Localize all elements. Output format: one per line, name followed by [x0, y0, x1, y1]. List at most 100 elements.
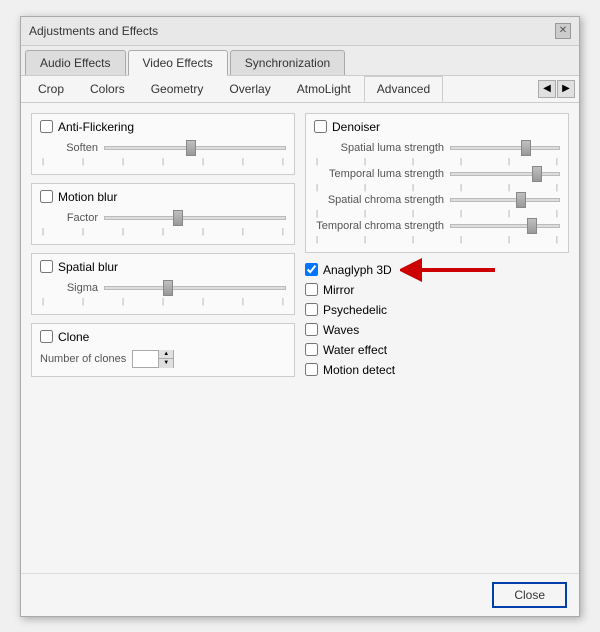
spatial-chroma-thumb[interactable] — [516, 192, 526, 208]
spatial-luma-track[interactable] — [450, 146, 560, 150]
close-icon[interactable]: ✕ — [555, 23, 571, 39]
factor-slider-thumb[interactable] — [173, 210, 183, 226]
spatial-chroma-row: Spatial chroma strength — [314, 192, 560, 208]
adjustments-dialog: Adjustments and Effects ✕ Audio Effects … — [20, 16, 580, 617]
denoiser-section: Denoiser Spatial luma strength |||||| Te… — [305, 113, 569, 253]
temporal-luma-row: Temporal luma strength — [314, 166, 560, 182]
clone-title: Clone — [40, 330, 286, 344]
waves-label: Waves — [323, 323, 359, 337]
temporal-luma-thumb[interactable] — [532, 166, 542, 182]
num-clones-spinbox[interactable]: 2 ▲ ▼ — [132, 350, 174, 368]
subtab-nav: ◀ ▶ — [538, 80, 575, 98]
spatial-blur-label: Spatial blur — [58, 260, 118, 274]
soften-slider-thumb[interactable] — [186, 140, 196, 156]
subtab-overlay[interactable]: Overlay — [216, 76, 283, 102]
motion-detect-checkbox[interactable] — [305, 363, 318, 376]
clone-checkbox[interactable] — [40, 330, 53, 343]
spinbox-down-button[interactable]: ▼ — [159, 359, 173, 368]
water-effect-checkbox-label[interactable]: Water effect — [305, 343, 569, 357]
tab-video-effects[interactable]: Video Effects — [128, 50, 228, 76]
denoiser-label: Denoiser — [332, 120, 380, 134]
denoiser-checkbox[interactable] — [314, 120, 327, 133]
dialog-title: Adjustments and Effects — [29, 24, 158, 38]
spatial-blur-title: Spatial blur — [40, 260, 286, 274]
sub-tabs: Crop Colors Geometry Overlay AtmoLight A… — [21, 76, 579, 103]
anaglyph-row: Anaglyph 3D — [305, 263, 569, 277]
subtab-geometry[interactable]: Geometry — [138, 76, 217, 102]
subtab-colors[interactable]: Colors — [77, 76, 138, 102]
waves-checkbox-label[interactable]: Waves — [305, 323, 569, 337]
factor-slider-track[interactable] — [104, 216, 286, 220]
sigma-ticks: ||||||| — [40, 297, 286, 306]
subtab-advanced[interactable]: Advanced — [364, 76, 443, 102]
nav-prev-button[interactable]: ◀ — [538, 80, 556, 98]
temporal-luma-track[interactable] — [450, 172, 560, 176]
clone-checkbox-label[interactable]: Clone — [40, 330, 89, 344]
psychedelic-checkbox[interactable] — [305, 303, 318, 316]
red-arrow-icon — [400, 255, 500, 285]
motion-blur-title: Motion blur — [40, 190, 286, 204]
right-column: Denoiser Spatial luma strength |||||| Te… — [305, 113, 569, 563]
spatial-luma-label: Spatial luma strength — [314, 142, 444, 154]
effects-list: Anaglyph 3D Mirror — [305, 261, 569, 379]
spatial-chroma-label: Spatial chroma strength — [314, 194, 444, 206]
anti-flickering-checkbox-label[interactable]: Anti-Flickering — [40, 120, 134, 134]
soften-slider-track[interactable] — [104, 146, 286, 150]
waves-checkbox[interactable] — [305, 323, 318, 336]
num-clones-label: Number of clones — [40, 353, 126, 365]
factor-ticks: ||||||| — [40, 227, 286, 236]
mirror-checkbox-label[interactable]: Mirror — [305, 283, 569, 297]
anaglyph-checkbox-label[interactable]: Anaglyph 3D — [305, 263, 392, 277]
factor-label: Factor — [40, 212, 98, 224]
water-effect-checkbox[interactable] — [305, 343, 318, 356]
motion-detect-checkbox-label[interactable]: Motion detect — [305, 363, 569, 377]
motion-detect-label: Motion detect — [323, 363, 395, 377]
mirror-checkbox[interactable] — [305, 283, 318, 296]
spatial-luma-row: Spatial luma strength — [314, 140, 560, 156]
sigma-slider-row: Sigma — [40, 280, 286, 296]
temporal-chroma-thumb[interactable] — [527, 218, 537, 234]
sigma-slider-track[interactable] — [104, 286, 286, 290]
temporal-luma-ticks: |||||| — [314, 183, 560, 192]
soften-ticks: ||||||| — [40, 157, 286, 166]
denoiser-title: Denoiser — [314, 120, 560, 134]
anti-flickering-checkbox[interactable] — [40, 120, 53, 133]
temporal-luma-label: Temporal luma strength — [314, 168, 444, 180]
factor-slider-row: Factor — [40, 210, 286, 226]
spatial-luma-thumb[interactable] — [521, 140, 531, 156]
dialog-footer: Close — [21, 573, 579, 616]
spatial-blur-section: Spatial blur Sigma ||||||| — [31, 253, 295, 315]
temporal-chroma-ticks: |||||| — [314, 235, 560, 244]
close-button[interactable]: Close — [492, 582, 567, 608]
soften-label: Soften — [40, 142, 98, 154]
title-bar: Adjustments and Effects ✕ — [21, 17, 579, 46]
nav-next-button[interactable]: ▶ — [557, 80, 575, 98]
temporal-chroma-track[interactable] — [450, 224, 560, 228]
sigma-label: Sigma — [40, 282, 98, 294]
motion-blur-section: Motion blur Factor ||||||| — [31, 183, 295, 245]
spatial-chroma-track[interactable] — [450, 198, 560, 202]
subtab-atmolight[interactable]: AtmoLight — [284, 76, 364, 102]
spinbox-up-button[interactable]: ▲ — [159, 350, 173, 359]
spatial-blur-checkbox-label[interactable]: Spatial blur — [40, 260, 118, 274]
clone-section: Clone Number of clones 2 ▲ ▼ — [31, 323, 295, 377]
spatial-blur-checkbox[interactable] — [40, 260, 53, 273]
motion-blur-checkbox-label[interactable]: Motion blur — [40, 190, 117, 204]
clone-label: Clone — [58, 330, 89, 344]
sigma-slider-thumb[interactable] — [163, 280, 173, 296]
tab-synchronization[interactable]: Synchronization — [230, 50, 345, 75]
temporal-chroma-label: Temporal chroma strength — [314, 220, 444, 232]
temporal-chroma-row: Temporal chroma strength — [314, 218, 560, 234]
spatial-chroma-ticks: |||||| — [314, 209, 560, 218]
denoiser-checkbox-label[interactable]: Denoiser — [314, 120, 380, 134]
psychedelic-checkbox-label[interactable]: Psychedelic — [305, 303, 569, 317]
tab-audio-effects[interactable]: Audio Effects — [25, 50, 126, 75]
anti-flickering-title: Anti-Flickering — [40, 120, 286, 134]
num-clones-input[interactable]: 2 — [133, 352, 158, 366]
motion-blur-checkbox[interactable] — [40, 190, 53, 203]
spatial-luma-ticks: |||||| — [314, 157, 560, 166]
subtab-crop[interactable]: Crop — [25, 76, 77, 102]
anaglyph-3d-checkbox[interactable] — [305, 263, 318, 276]
motion-blur-label: Motion blur — [58, 190, 117, 204]
anti-flickering-label: Anti-Flickering — [58, 120, 134, 134]
